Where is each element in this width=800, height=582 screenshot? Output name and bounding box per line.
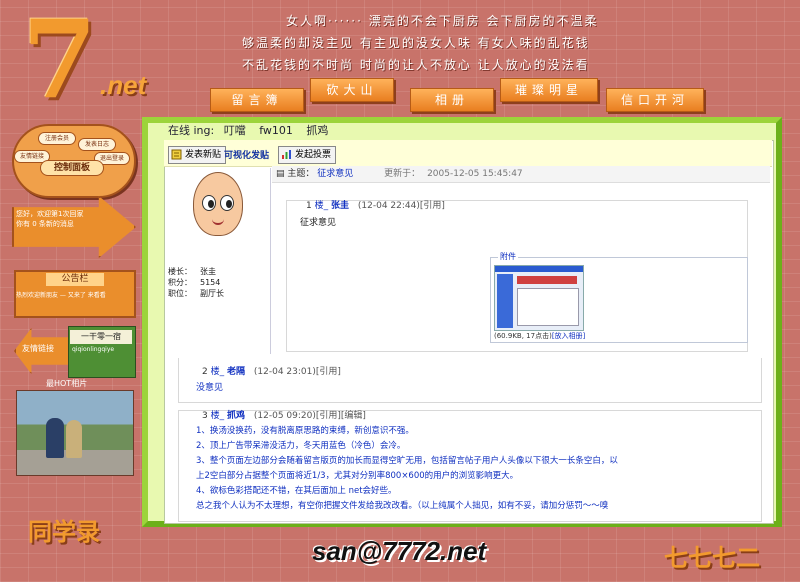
visual-post-link[interactable]: 可视化发贴: [224, 148, 269, 161]
control-register-button[interactable]: 注册会员: [38, 132, 76, 145]
post-2-header: 2 楼_ 老隔 (12-04 23:01)[引用]: [202, 364, 341, 377]
post-3-floor: 楼_: [210, 411, 225, 421]
updated-label: 更新于：: [384, 169, 421, 179]
post-1-body: 征求意见: [300, 218, 337, 228]
poll-icon: [282, 150, 291, 159]
post-1-floor: 楼_: [314, 201, 329, 211]
author-avatar[interactable]: [193, 172, 243, 236]
slogan-line-2: 够温柔的却没主见 有主见的没女人味 有女人味的乱花钱: [242, 36, 590, 50]
author-info: 楼长： 张圭 积分： 5154 职位： 副厅长: [168, 266, 224, 299]
slogan-line-3: 不乱花钱的不时尚 时尚的让人不放心 让人放心的没法看: [242, 58, 590, 72]
nav-stars[interactable]: 璀璨明星: [500, 78, 598, 102]
avatar-mouth: [212, 219, 224, 225]
post-3-line: 3、整个页面左边部分会随着留言版页的加长而显得空旷无用，包括留言帖子用户人头像以…: [196, 456, 618, 466]
author-points-label: 积分：: [168, 278, 192, 287]
thumb-banner: [517, 276, 577, 284]
post-2-time: (12-04 23:01): [253, 367, 316, 377]
author-role-label: 楼长：: [168, 267, 192, 276]
thumb-titlebar: [495, 266, 583, 272]
friend-banner-text[interactable]: 一干零一宿: [70, 330, 132, 344]
post-2-quote-link[interactable]: [引用]: [316, 367, 341, 377]
new-message-link[interactable]: 你有 0 条新的消息: [16, 219, 104, 229]
post-1-header: 1 楼_ 张圭 (12-04 22:44)[引用]: [306, 198, 445, 211]
photo-person: [46, 418, 64, 458]
control-panel-title: 控制面板: [40, 160, 104, 176]
control-post-log-button[interactable]: 发表日志: [78, 138, 116, 151]
post-1-author[interactable]: 张圭: [331, 201, 349, 211]
post-2-body: 没意见: [196, 383, 224, 393]
new-post-button[interactable]: 发表新贴: [168, 146, 227, 164]
author-title-label: 职位：: [168, 289, 192, 298]
photo-person: [66, 420, 82, 458]
avatar-pupil: [226, 200, 232, 208]
attachment-size: (60.9KB, 17点击): [494, 332, 552, 340]
hot-photo-label: 最HOT相片: [46, 379, 88, 388]
slogan-line-1: 女人啊······ 漂亮的不会下厨房 会下厨房的不温柔: [286, 14, 599, 28]
online-label: 在线 ing:: [168, 124, 215, 137]
updated-time: 2005-12-05 15:45:47: [427, 169, 523, 179]
welcome-text: 您好，欢迎第1次回家 你有 0 条新的消息: [16, 209, 104, 229]
attachment-label: 附件: [498, 251, 518, 262]
online-user[interactable]: fw101: [259, 124, 293, 137]
post-1-time: (12-04 22:44): [357, 201, 420, 211]
thumb-content: [517, 288, 579, 326]
thumb-sidebar: [497, 274, 513, 328]
contact-email[interactable]: san@7772.net: [312, 536, 612, 567]
nav-guestbook[interactable]: 留言簿: [210, 88, 304, 112]
online-user[interactable]: 叮噹: [224, 124, 246, 137]
attachment-meta: (60.9KB, 17点击)[放入相册]: [494, 331, 585, 341]
add-to-album-link[interactable]: [放入相册]: [552, 332, 585, 340]
post-3-number: 3: [202, 411, 208, 421]
topic-title[interactable]: 征求意见: [317, 169, 353, 179]
post-3-body: 1、换汤没换药，没有脱离原思路的束缚，新创意识不强。 2、顶上广告带呆滞没活力，…: [196, 424, 766, 514]
topic-label: 主题：: [287, 169, 315, 179]
friend-links-label[interactable]: 友情链接: [22, 343, 54, 354]
nav-chat[interactable]: 砍大山: [310, 78, 394, 102]
friend-banner-sub: qiqionlingqiye: [72, 346, 115, 353]
new-post-icon: [171, 149, 182, 160]
new-poll-label: 发起投票: [295, 150, 332, 160]
new-post-label: 发表新贴: [185, 150, 222, 160]
author-points: 5154: [200, 278, 221, 287]
avatar-eye: [202, 195, 216, 211]
attachment-thumbnail[interactable]: [494, 265, 584, 331]
author-title: 副厅长: [200, 289, 224, 298]
post-3-line: 上2空白部分占据整个页面将近1/3，尤其对分别率800×600的用户的浏览影响更…: [196, 471, 519, 481]
topic-bar: ▤ 主题： 征求意见 更新于： 2005-12-05 15:45:47: [272, 166, 770, 183]
post-3-author[interactable]: 抓鸡: [227, 411, 245, 421]
online-user[interactable]: 抓鸡: [306, 124, 328, 137]
post-3-line: 2、顶上广告带呆滞没活力，冬天用蓝色（冷色）会冷。: [196, 441, 406, 451]
notice-title: 公告栏: [46, 273, 104, 286]
site-logo-suffix[interactable]: .net: [100, 70, 146, 101]
nav-free-talk[interactable]: 信口开河: [606, 88, 704, 112]
welcome-line-1: 您好，欢迎第1次回家: [16, 210, 84, 218]
post-2-number: 2: [202, 367, 208, 377]
post-3-time: (12-05 09:20): [253, 411, 316, 421]
post-3-actions[interactable]: [引用][编辑]: [316, 411, 366, 421]
nav-album[interactable]: 相册: [410, 88, 494, 112]
notice-scroll-text: 热烈欢迎新朋友 — 又来了 来看看: [16, 292, 106, 299]
classmates-logo[interactable]: 同学录: [28, 512, 100, 547]
post-3-line: 1、换汤没换药，没有脱离原思路的束缚，新创意识不强。: [196, 426, 414, 436]
online-users: 在线 ing: 叮噹 fw101 抓鸡: [168, 122, 328, 138]
post-1-number: 1: [306, 201, 312, 211]
post-1-quote-link[interactable]: [引用]: [420, 201, 445, 211]
post-3-line: 总之我个人认为不太理想，有空你把握文件发给我改改看。（以上纯属个人拙见，如有不妥…: [196, 501, 609, 511]
post-2-author[interactable]: 老隔: [227, 367, 245, 377]
avatar-eye: [220, 195, 234, 211]
post-2-floor: 楼_: [210, 367, 225, 377]
post-3-line: 4、欲标色彩搭配还不错，在其后面加上 net会好些。: [196, 486, 397, 496]
topic-icon: ▤: [276, 169, 285, 179]
post-3-header: 3 楼_ 抓鸡 (12-05 09:20)[引用][编辑]: [202, 408, 366, 421]
footer-logo: 七七七二: [664, 543, 760, 572]
new-poll-button[interactable]: 发起投票: [278, 146, 337, 164]
author-name[interactable]: 张圭: [200, 267, 216, 276]
avatar-pupil: [208, 200, 214, 208]
